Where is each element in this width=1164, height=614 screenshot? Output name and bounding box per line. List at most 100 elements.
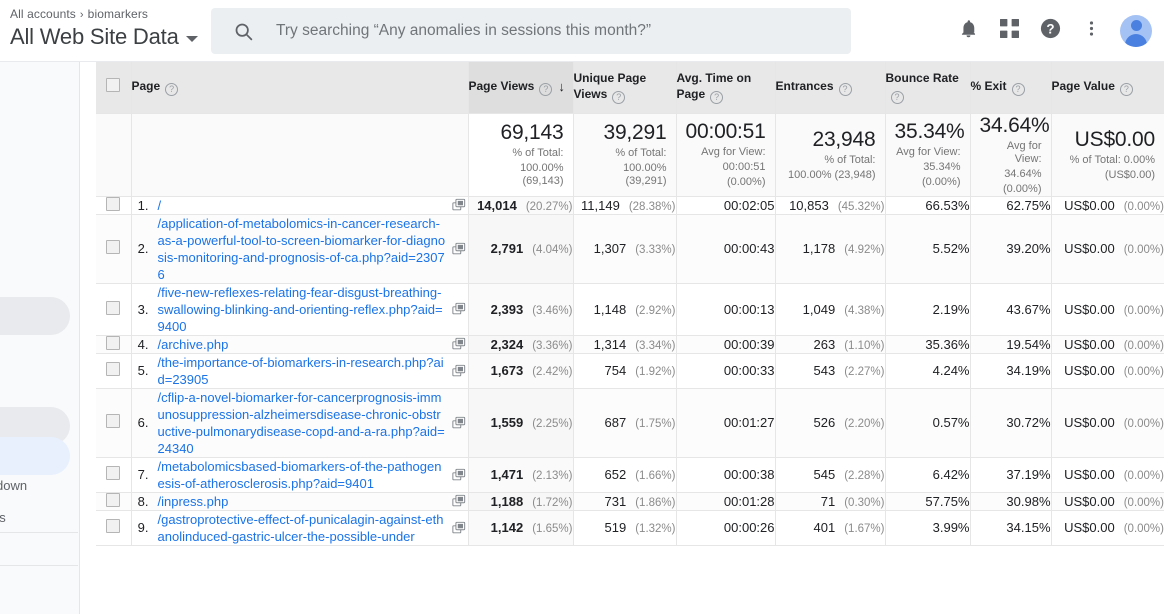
help-icon-exit-pct[interactable]: ? <box>1012 83 1025 96</box>
breadcrumb-property[interactable]: biomarkers <box>88 7 148 21</box>
row-checkbox[interactable] <box>106 301 120 315</box>
summary-page-value: US$0.00 % of Total: 0.00% (US$0.00) <box>1051 113 1164 196</box>
bounce-rate-value: 66.53% <box>925 198 969 213</box>
column-header-entrances-label: Entrances <box>776 79 834 93</box>
sidebar-item-pill-selected[interactable] <box>0 437 70 475</box>
notifications-button[interactable] <box>949 12 987 50</box>
page-value-value: US$0.00 <box>1064 467 1115 482</box>
avg-time-value: 00:02:05 <box>724 198 775 213</box>
page-views-value: 2,324 <box>491 337 524 352</box>
entrances-value: 1,049 <box>803 302 836 317</box>
page-cell: 9./gastroprotective-effect-of-punicalagi… <box>131 510 468 545</box>
table-header: Page? Page Views?↓ Unique Page Views? Av… <box>96 62 1164 113</box>
entrances-cell: 71(0.30%) <box>775 492 885 510</box>
row-checkbox[interactable] <box>106 493 120 507</box>
unique-page-views-percent: (1.75%) <box>635 418 675 430</box>
page-views-value: 1,142 <box>491 520 524 535</box>
unique-page-views-value: 1,307 <box>594 241 627 256</box>
open-in-new-window-icon[interactable] <box>452 198 468 212</box>
help-icon-page-views[interactable]: ? <box>539 83 552 96</box>
summary-page-views-label2: 100.00% (69,143) <box>478 162 564 188</box>
select-all-checkbox[interactable] <box>106 78 120 92</box>
bounce-rate-value: 4.24% <box>933 363 970 378</box>
open-in-new-window-icon[interactable] <box>452 494 468 508</box>
summary-page-cell <box>131 113 468 196</box>
entrances-cell: 1,178(4.92%) <box>775 214 885 283</box>
row-checkbox[interactable] <box>106 466 120 480</box>
help-icon-entrances[interactable]: ? <box>839 83 852 96</box>
open-in-new-window-icon[interactable] <box>452 302 468 316</box>
column-header-exit-pct[interactable]: % Exit? <box>970 62 1051 113</box>
column-header-unique-page-views[interactable]: Unique Page Views? <box>573 62 676 113</box>
page-views-value: 2,791 <box>491 241 524 256</box>
page-url-link[interactable]: /metabolomicsbased-biomarkers-of-the-pat… <box>158 458 452 492</box>
page-url-link[interactable]: /five-new-reflexes-relating-fear-disgust… <box>158 284 452 335</box>
help-icon-page-value[interactable]: ? <box>1120 83 1133 96</box>
view-selector-button[interactable]: All Web Site Data <box>10 23 200 51</box>
page-url-link[interactable]: /inpress.php <box>158 493 452 510</box>
row-checkbox[interactable] <box>106 240 120 254</box>
help-icon-page[interactable]: ? <box>165 83 178 96</box>
sort-descending-icon[interactable]: ↓ <box>558 79 565 94</box>
row-checkbox[interactable] <box>106 519 120 533</box>
row-checkbox[interactable] <box>106 197 120 211</box>
help-button[interactable]: ? <box>1031 12 1069 50</box>
open-in-new-window-icon[interactable] <box>452 521 468 535</box>
breadcrumb-account[interactable]: All accounts <box>10 7 76 21</box>
open-in-new-window-icon[interactable] <box>452 242 468 256</box>
apps-button[interactable] <box>990 12 1028 50</box>
row-checkbox[interactable] <box>106 362 120 376</box>
sidebar-subitem-label-2[interactable]: es <box>0 510 6 525</box>
help-icon-bounce-rate[interactable]: ? <box>891 91 904 104</box>
page-value-cell: US$0.00(0.00%) <box>1051 283 1164 335</box>
exit-pct-cell: 34.19% <box>970 353 1051 388</box>
column-header-bounce-rate[interactable]: Bounce Rate? <box>885 62 970 113</box>
page-url-link[interactable]: /cflip-a-novel-biomarker-for-cancerprogn… <box>158 389 452 457</box>
column-header-page[interactable]: Page? <box>131 62 468 113</box>
avg-time-value: 00:01:28 <box>724 494 775 509</box>
row-checkbox[interactable] <box>106 414 120 428</box>
entrances-percent: (2.28%) <box>844 470 884 482</box>
row-checkbox[interactable] <box>106 336 120 350</box>
column-header-page-value[interactable]: Page Value? <box>1051 62 1164 113</box>
help-icon-unique-page-views[interactable]: ? <box>612 91 625 104</box>
page-url-link[interactable]: /the-importance-of-biomarkers-in-researc… <box>158 354 452 388</box>
page-value-percent: (0.00%) <box>1124 470 1164 482</box>
search-input[interactable] <box>274 21 814 41</box>
page-views-percent: (2.13%) <box>532 470 572 482</box>
select-all-header[interactable] <box>96 62 131 113</box>
unique-page-views-percent: (1.86%) <box>635 497 675 509</box>
sidebar-subitem-label-1[interactable]: down <box>0 478 27 493</box>
page-url-link[interactable]: / <box>158 197 452 214</box>
summary-page-value-value: US$0.00 <box>1061 128 1156 152</box>
open-in-new-window-icon[interactable] <box>452 468 468 482</box>
entrances-percent: (45.32%) <box>838 201 885 213</box>
bounce-rate-value: 0.57% <box>933 415 970 430</box>
search-bar[interactable] <box>211 8 851 54</box>
sidebar-item-pill-1[interactable] <box>0 297 70 335</box>
column-header-unique-page-views-label: Unique Page Views <box>574 71 647 101</box>
summary-entrances-label1: % of Total: <box>785 154 876 167</box>
column-header-page-views[interactable]: Page Views?↓ <box>468 62 573 113</box>
summary-exit-pct-label1: Avg for View: <box>980 140 1042 166</box>
open-in-new-window-icon[interactable] <box>452 416 468 430</box>
page-value-cell: US$0.00 (0.00%) <box>1051 457 1164 492</box>
avatar[interactable] <box>1120 15 1152 47</box>
open-in-new-window-icon[interactable] <box>452 337 468 351</box>
entrances-percent: (0.30%) <box>844 497 884 509</box>
page-url-link[interactable]: /application-of-metabolomics-in-cancer-r… <box>158 215 452 283</box>
page-url-link[interactable]: /archive.php <box>158 336 452 353</box>
page-views-percent: (4.04%) <box>532 244 572 256</box>
page-value-cell: US$0.00(0.00%) <box>1051 214 1164 283</box>
page-url-link[interactable]: /gastroprotective-effect-of-punicalagin-… <box>158 511 452 545</box>
column-header-avg-time-on-page[interactable]: Avg. Time on Page? <box>676 62 775 113</box>
more-options-button[interactable] <box>1072 12 1110 50</box>
page-views-cell: 1,188(1.72%) <box>468 492 573 510</box>
column-header-entrances[interactable]: Entrances? <box>775 62 885 113</box>
open-in-new-window-icon[interactable] <box>452 364 468 378</box>
avg-time-cell: 00:01:27 <box>676 388 775 457</box>
exit-pct-cell: 19.54% <box>970 335 1051 353</box>
pages-report-table-container: Page? Page Views?↓ Unique Page Views? Av… <box>96 62 1164 614</box>
help-icon-avg-time-on-page[interactable]: ? <box>710 91 723 104</box>
bell-icon <box>958 18 979 44</box>
